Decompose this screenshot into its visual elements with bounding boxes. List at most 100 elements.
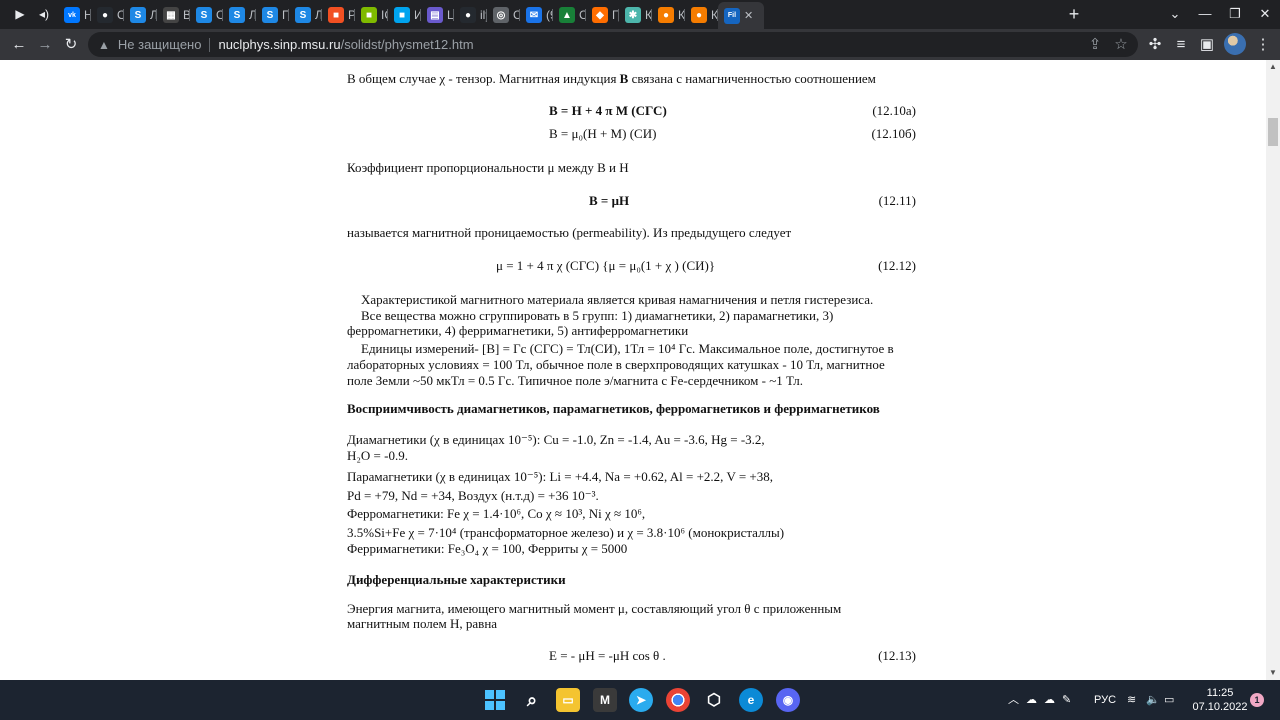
paragraph: H₂O = -0.9.: [347, 448, 408, 463]
book-icon: ▤: [427, 7, 443, 23]
tab-title: Ол: [216, 8, 223, 22]
browser-tab[interactable]: ■ Ин: [388, 4, 421, 26]
tab-title: Ко: [711, 8, 718, 22]
language-indicator[interactable]: РУС: [1094, 692, 1116, 708]
browser-tab[interactable]: ● Ко: [685, 4, 718, 26]
notes-app-icon[interactable]: M: [593, 688, 617, 712]
browser-tab[interactable]: Fil ✕: [718, 2, 764, 29]
browser-tab[interactable]: ✉ (91: [520, 4, 553, 26]
star-icon: ✱: [625, 7, 641, 23]
url-path: /solidst/physmet12.htm: [340, 37, 474, 52]
mail-icon: ✉: [526, 7, 542, 23]
paragraph: поле Земли ~50 мкТл = 0.5 Гс. Типичное п…: [347, 373, 804, 388]
menu-kebab-icon[interactable]: ⋮: [1252, 34, 1274, 56]
browser-tab[interactable]: ◆ Гра: [586, 4, 619, 26]
search-icon[interactable]: ⌕: [520, 688, 544, 712]
edge-icon[interactable]: e: [739, 688, 763, 712]
s-icon: S: [130, 7, 146, 23]
browser-tab[interactable]: vk Но: [58, 4, 91, 26]
share-icon[interactable]: ⇪: [1084, 34, 1106, 56]
browser-tab[interactable]: ✱ Ко: [619, 4, 652, 26]
paragraph: Pd = +79, Nd = +34, Воздух (н.т.д) = +36…: [347, 488, 599, 503]
globe-icon: ◎: [493, 7, 509, 23]
tray-overflow-icon[interactable]: ︿: [1008, 692, 1019, 708]
orange-icon: ●: [691, 7, 707, 23]
paragraph: Ферримагнетики: Fe₃O₄ χ = 100, Ферриты χ…: [347, 541, 628, 556]
browser-tab[interactable]: S Ла: [124, 4, 157, 26]
discord-icon[interactable]: ◉: [776, 688, 800, 712]
mute-icon[interactable]: ◂): [34, 4, 54, 24]
maximize-button[interactable]: ❐: [1220, 4, 1250, 24]
paragraph: ферромагнетики, 4) ферримагнетики, 5) ан…: [347, 323, 689, 338]
profile-avatar[interactable]: [1224, 33, 1246, 55]
tab-title: Гра: [612, 8, 619, 22]
paragraph: Ферромагнетики: Fe χ = 1.4·10⁶, Co χ ≈ 1…: [347, 506, 646, 521]
windows-start-icon[interactable]: [483, 688, 507, 712]
page-content: В общем случае χ - тензор. Магнитная инд…: [0, 60, 1266, 680]
volume-icon[interactable]: 🔈: [1146, 692, 1160, 708]
paragraph: Коэффициент пропорциональности μ между B…: [347, 160, 629, 175]
windows-icon: ■: [361, 7, 377, 23]
browser-tab[interactable]: S Ла: [289, 4, 322, 26]
scroll-down-arrow[interactable]: ▼: [1266, 666, 1280, 680]
play-icon[interactable]: ▶: [10, 4, 30, 24]
pen-icon[interactable]: ✎: [1062, 692, 1071, 708]
browser-tab[interactable]: S Пр: [256, 4, 289, 26]
new-tab-button[interactable]: +: [1064, 4, 1084, 24]
tab-title: Lab: [447, 8, 454, 22]
browser-tab[interactable]: S Ле: [223, 4, 256, 26]
orange-icon: ●: [658, 7, 674, 23]
shape-icon: ◆: [592, 7, 608, 23]
system-clock[interactable]: 11:25 07.10.2022: [1190, 686, 1250, 714]
equation-number: (12.10а): [872, 103, 916, 118]
tab-close-icon[interactable]: ✕: [744, 9, 753, 22]
browser-tab[interactable]: ▲ Cla: [553, 4, 586, 26]
sidepanel-icon[interactable]: ▣: [1196, 34, 1218, 56]
vertical-scrollbar[interactable]: [1266, 60, 1280, 680]
back-button[interactable]: ←: [8, 34, 30, 56]
scroll-up-arrow[interactable]: ▲: [1266, 60, 1280, 74]
telegram-icon[interactable]: ➤: [629, 688, 653, 712]
browser-tab[interactable]: S Ол: [190, 4, 223, 26]
url-host: nuclphys.sinp.msu.ru: [218, 37, 341, 52]
cloud-icon[interactable]: ☁: [1044, 692, 1055, 708]
tab-title: Ко: [678, 8, 685, 22]
cloud-icon[interactable]: ☁: [1026, 692, 1037, 708]
grid-icon: ▦: [163, 7, 179, 23]
file-explorer-icon[interactable]: ▭: [556, 688, 580, 712]
browser-tab[interactable]: ▦ Ва: [157, 4, 190, 26]
browser-tab[interactable]: ● Ко: [652, 4, 685, 26]
bookmark-star-icon[interactable]: ☆: [1110, 34, 1132, 56]
windows-icon: ■: [394, 7, 410, 23]
battery-icon[interactable]: ▭: [1164, 692, 1174, 708]
browser-tab[interactable]: ■ ICo: [355, 4, 388, 26]
tab-title: Ин: [414, 8, 421, 22]
browser-tab[interactable]: ● ilya: [454, 4, 487, 26]
equation-number: (12.12): [878, 258, 916, 273]
scrollbar-thumb[interactable]: [1268, 118, 1278, 146]
media-icon[interactable]: ≡: [1170, 34, 1192, 56]
browser-tab[interactable]: ■ Рук: [322, 4, 355, 26]
browser-tab[interactable]: ◎ Co: [487, 4, 520, 26]
notification-badge[interactable]: 1: [1250, 693, 1264, 707]
reload-button[interactable]: ↻: [60, 34, 82, 56]
browser-tab[interactable]: ● OS: [91, 4, 124, 26]
browser-tab[interactable]: ▤ Lab: [421, 4, 454, 26]
chrome-icon[interactable]: [666, 688, 690, 712]
minimize-button[interactable]: —: [1190, 4, 1220, 24]
cube-app-icon[interactable]: ⬡: [702, 688, 726, 712]
text-span: В общем случае: [347, 71, 440, 86]
browser-toolbar: ← → ↻ ▲ Не защищено nuclphys.sinp.msu.ru…: [0, 29, 1280, 60]
address-bar[interactable]: ▲ Не защищено nuclphys.sinp.msu.ru/solid…: [88, 32, 1138, 57]
url-divider: [209, 37, 211, 52]
tab-title: Рук: [348, 8, 355, 22]
close-button[interactable]: ✕: [1250, 4, 1280, 24]
extensions-icon[interactable]: ✣: [1144, 34, 1166, 56]
tab-title: Cla: [579, 8, 586, 22]
window-menu-icon[interactable]: ⌄: [1160, 4, 1190, 24]
warning-icon: ▲: [98, 37, 110, 52]
paragraph: Энергия магнита, имеющего магнитный моме…: [347, 601, 842, 616]
forward-button[interactable]: →: [34, 34, 56, 56]
wifi-icon[interactable]: ≋: [1127, 692, 1136, 708]
s-icon: S: [295, 7, 311, 23]
